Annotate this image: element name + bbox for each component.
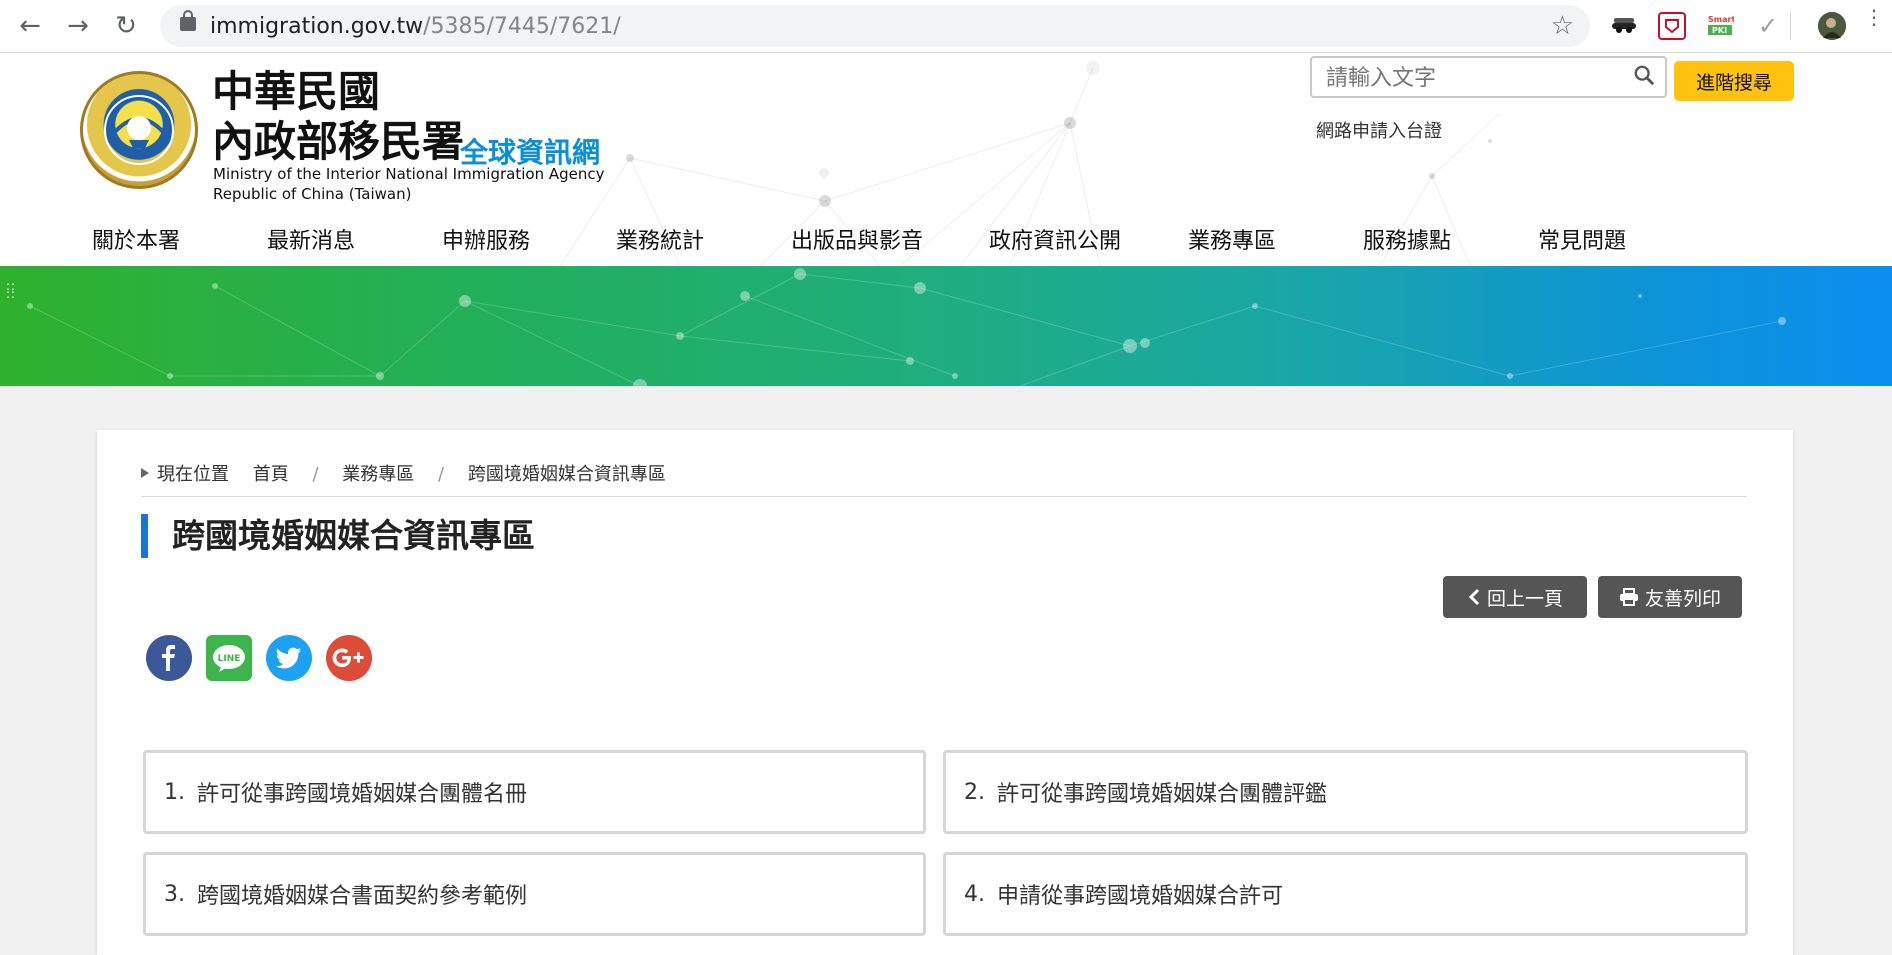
breadcrumb: 現在位置 首頁 / 業務專區 / 跨國境婚姻媒合資訊專區 [141, 460, 1747, 497]
list-item-label: 許可從事跨國境婚姻媒合團體評鑑 [997, 782, 1328, 807]
site-title-line1: 中華民國 [212, 67, 381, 116]
advanced-search-button[interactable]: 進階搜尋 [1674, 61, 1794, 101]
shield-extension-icon[interactable] [1658, 12, 1686, 40]
apply-entry-permit-link[interactable]: 網路申請入台證 [1316, 117, 1442, 143]
check-extension-icon[interactable]: ✓ [1754, 12, 1782, 40]
list-item-number: 2. [964, 779, 985, 805]
list-item[interactable]: 4. 申請從事跨國境婚姻媒合許可 [943, 852, 1748, 936]
url-text: immigration.gov.tw/5385/7445/7621/ [210, 14, 621, 39]
chevron-left-icon [1468, 588, 1480, 606]
list-item-label: 申請從事跨國境婚姻媒合許可 [997, 884, 1284, 909]
site-search-box [1310, 56, 1667, 98]
breadcrumb-business-link[interactable]: 業務專區 [342, 464, 414, 485]
site-title-line2: 內政部移民署 [212, 117, 465, 166]
hero-banner: :::: [0, 266, 1892, 386]
print-button[interactable]: 友善列印 [1598, 576, 1742, 618]
profile-avatar[interactable] [1818, 12, 1846, 40]
list-item[interactable]: 1. 許可從事跨國境婚姻媒合團體名冊 [143, 750, 926, 834]
list-item[interactable]: 2. 許可從事跨國境婚姻媒合團體評鑑 [943, 750, 1748, 834]
bookmark-star-icon[interactable]: ☆ [1551, 11, 1574, 41]
line-icon-text: LINE [218, 654, 241, 664]
nav-item-gov-info[interactable]: 政府資訊公開 [989, 223, 1121, 255]
list-item-number: 3. [164, 881, 185, 907]
nav-item-services[interactable]: 申辦服務 [442, 223, 530, 255]
browser-menu-icon[interactable]: ⋮ [1864, 7, 1884, 27]
nav-item-service-locations[interactable]: 服務據點 [1363, 223, 1451, 255]
google-plus-icon[interactable] [326, 635, 372, 681]
svg-text:Smart: Smart [1708, 15, 1734, 24]
facebook-icon[interactable] [146, 635, 192, 681]
breadcrumb-arrow-icon [141, 468, 149, 478]
back-button[interactable]: 回上一頁 [1443, 576, 1587, 618]
list-item-number: 1. [164, 779, 185, 805]
list-item-number: 4. [964, 881, 985, 907]
lock-icon [180, 10, 196, 31]
breadcrumb-current[interactable]: 跨國境婚姻媒合資訊專區 [468, 464, 666, 485]
breadcrumb-separator: / [438, 464, 445, 485]
list-item[interactable]: 3. 跨國境婚姻媒合書面契約參考範例 [143, 852, 926, 936]
printer-icon [1619, 588, 1638, 606]
toolbar-divider [1790, 12, 1791, 40]
nav-item-news[interactable]: 最新消息 [267, 223, 355, 255]
page-title: 跨國境婚姻媒合資訊專區 [141, 514, 535, 558]
breadcrumb-home-link[interactable]: 首頁 [253, 464, 289, 485]
nav-item-publications[interactable]: 出版品與影音 [791, 223, 923, 255]
spy-extension-icon[interactable] [1610, 12, 1638, 40]
smart-pki-extension-icon[interactable]: Smart PKI [1706, 12, 1734, 40]
site-header: 中華民國 內政部移民署 全球資訊網 Ministry of the Interi… [0, 53, 1892, 266]
print-button-label: 友善列印 [1644, 587, 1721, 610]
site-title-en-line1: Ministry of the Interior National Immigr… [213, 165, 605, 183]
search-input[interactable] [1324, 62, 1608, 94]
nav-item-statistics[interactable]: 業務統計 [616, 223, 704, 255]
reload-icon[interactable]: ↻ [110, 10, 142, 42]
list-item-label: 許可從事跨國境婚姻媒合團體名冊 [197, 782, 528, 807]
nav-item-business[interactable]: 業務專區 [1188, 223, 1276, 255]
banner-network-decoration [27, 268, 1786, 386]
list-item-label: 跨國境婚姻媒合書面契約參考範例 [197, 884, 528, 909]
address-bar[interactable]: immigration.gov.tw/5385/7445/7621/ ☆ [160, 5, 1590, 47]
forward-arrow-icon[interactable]: → [62, 10, 94, 42]
agency-seal-logo[interactable] [80, 71, 198, 189]
site-title-en-line2: Republic of China (Taiwan) [213, 185, 412, 203]
svg-text:PKI: PKI [1712, 26, 1727, 35]
nav-item-about[interactable]: 關於本署 [92, 223, 180, 255]
back-button-label: 回上一頁 [1486, 587, 1563, 610]
line-icon[interactable]: LINE [206, 635, 252, 681]
breadcrumb-separator: / [312, 464, 319, 485]
twitter-icon[interactable] [266, 635, 312, 681]
back-arrow-icon[interactable]: ← [14, 10, 46, 42]
nav-item-faq[interactable]: 常見問題 [1538, 223, 1626, 255]
content-card: 現在位置 首頁 / 業務專區 / 跨國境婚姻媒合資訊專區 跨國境婚姻媒合資訊專區… [97, 430, 1793, 955]
browser-toolbar: ← → ↻ immigration.gov.tw/5385/7445/7621/… [0, 0, 1892, 53]
main-nav: 關於本署 最新消息 申辦服務 業務統計 出版品與影音 政府資訊公開 業務專區 服… [0, 217, 1892, 261]
breadcrumb-label: 現在位置 [157, 464, 229, 485]
search-icon[interactable] [1633, 64, 1655, 86]
